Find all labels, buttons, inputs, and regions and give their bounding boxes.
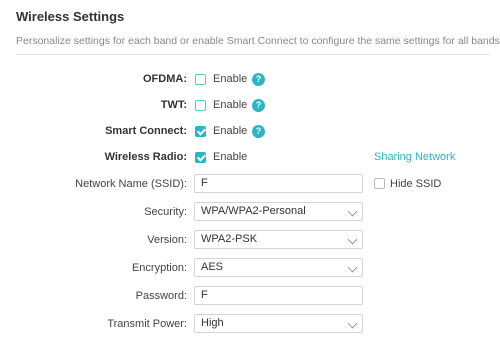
hide-ssid-checkbox[interactable] xyxy=(374,178,385,189)
transmit-power-label: Transmit Power: xyxy=(107,318,187,330)
help-circle-icon[interactable]: ? xyxy=(252,125,265,138)
help-circle-icon[interactable]: ? xyxy=(252,73,265,86)
password-label: Password: xyxy=(135,290,187,302)
password-input[interactable]: F xyxy=(194,286,363,305)
smart-connect-checkbox[interactable] xyxy=(195,126,206,137)
ssid-label: Network Name (SSID): xyxy=(75,178,187,190)
hide-ssid-label: Hide SSID xyxy=(390,178,442,190)
ofdma-enable-label: Enable xyxy=(213,73,248,85)
encryption-label: Encryption: xyxy=(131,262,187,274)
twt-enable-label: Enable xyxy=(213,99,248,111)
version-value: WPA2-PSK xyxy=(201,233,258,245)
sharing-network-link[interactable]: Sharing Network xyxy=(374,151,455,163)
ofdma-checkbox[interactable] xyxy=(195,74,206,85)
version-select[interactable]: WPA2-PSK xyxy=(194,230,363,249)
ssid-input[interactable]: F xyxy=(194,174,363,193)
divider xyxy=(16,54,490,55)
version-label: Version: xyxy=(147,234,187,246)
twt-checkbox[interactable] xyxy=(195,100,206,111)
page-title: Wireless Settings xyxy=(16,9,125,24)
smart-connect-enable-label: Enable xyxy=(213,125,248,137)
twt-label: TWT: xyxy=(160,99,187,111)
encryption-value: AES xyxy=(201,261,224,273)
security-value: WPA/WPA2-Personal xyxy=(201,205,306,217)
page-description: Personalize settings for each band or en… xyxy=(16,35,500,47)
transmit-power-select[interactable]: High xyxy=(194,314,363,333)
chevron-down-icon xyxy=(347,206,358,217)
security-label: Security: xyxy=(144,206,187,218)
chevron-down-icon xyxy=(347,318,358,329)
wireless-radio-label: Wireless Radio: xyxy=(104,151,187,163)
smart-connect-label: Smart Connect: xyxy=(105,125,187,137)
help-circle-icon[interactable]: ? xyxy=(252,99,265,112)
encryption-select[interactable]: AES xyxy=(194,258,363,277)
chevron-down-icon xyxy=(347,234,358,245)
wireless-radio-checkbox[interactable] xyxy=(195,152,206,163)
security-select[interactable]: WPA/WPA2-Personal xyxy=(194,202,363,221)
ofdma-label: OFDMA: xyxy=(143,73,187,85)
wireless-settings-page: Wireless Settings Personalize settings f… xyxy=(0,0,500,363)
wireless-radio-enable-label: Enable xyxy=(213,151,248,163)
chevron-down-icon xyxy=(347,262,358,273)
transmit-power-value: High xyxy=(201,317,224,329)
